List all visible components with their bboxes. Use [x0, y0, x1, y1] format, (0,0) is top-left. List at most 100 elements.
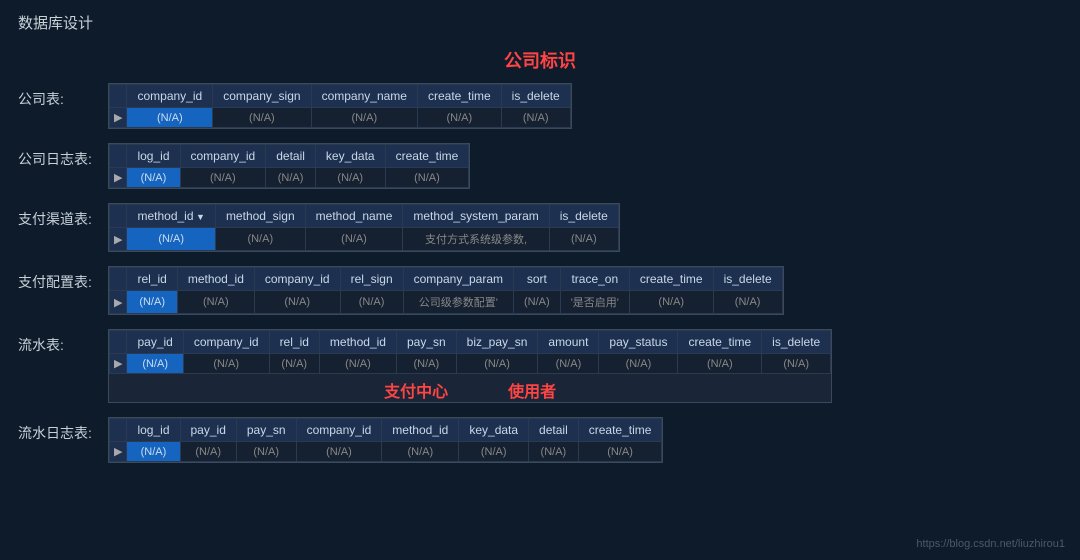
col-header-5-2: pay_sn — [236, 419, 296, 442]
col-header-4-5: biz_pay_sn — [456, 331, 538, 354]
col-header-4-0: pay_id — [127, 331, 183, 354]
col-header-5-0: log_id — [127, 419, 180, 442]
col-header-5-4: method_id — [382, 419, 459, 442]
center-label-sm-4-1: 使用者 — [508, 378, 556, 402]
cell-4-4: (N/A) — [396, 354, 456, 374]
col-header-4-3: method_id — [319, 331, 396, 354]
cell-4-1: (N/A) — [183, 354, 269, 374]
table-section-4: 流水表:pay_idcompany_idrel_idmethod_idpay_s… — [18, 329, 1062, 403]
cell-5-3: (N/A) — [296, 442, 382, 462]
db-table-2: method_idmethod_signmethod_namemethod_sy… — [109, 204, 619, 251]
col-header-0-1: company_sign — [213, 85, 311, 108]
db-table-wrapper-5: log_idpay_idpay_sncompany_idmethod_idkey… — [108, 417, 663, 463]
row-arrow-3: ▶ — [110, 291, 127, 314]
col-header-2-3: method_system_param — [403, 205, 549, 228]
cell-3-6: '是否启用' — [560, 291, 629, 314]
cell-3-7: (N/A) — [629, 291, 713, 314]
col-header-1-3: key_data — [315, 145, 385, 168]
col-header-4-6: amount — [538, 331, 599, 354]
row-arrow-2: ▶ — [110, 228, 127, 251]
center-label: 公司标识 — [18, 47, 1062, 73]
col-header-4-1: company_id — [183, 331, 269, 354]
cell-1-4: (N/A) — [385, 168, 469, 188]
col-header-3-7: create_time — [629, 268, 713, 291]
cell-4-0: (N/A) — [127, 354, 183, 374]
table-section-1: 公司日志表:log_idcompany_iddetailkey_datacrea… — [18, 143, 1062, 189]
col-header-5-6: detail — [529, 419, 579, 442]
cell-2-2: (N/A) — [305, 228, 403, 251]
cell-4-8: (N/A) — [678, 354, 762, 374]
cell-3-0: (N/A) — [127, 291, 177, 314]
col-header-4-9: is_delete — [762, 331, 831, 354]
col-header-3-3: rel_sign — [340, 268, 403, 291]
section-label-2: 支付渠道表: — [18, 203, 108, 229]
section-label-4: 流水表: — [18, 329, 108, 355]
cell-4-7: (N/A) — [599, 354, 678, 374]
section-label-0: 公司表: — [18, 83, 108, 109]
col-header-0-4: is_delete — [501, 85, 570, 108]
row-arrow-4: ▶ — [110, 354, 127, 374]
col-header-5-5: key_data — [459, 419, 529, 442]
cell-3-4: 公司级参数配置' — [403, 291, 513, 314]
row-arrow-1: ▶ — [110, 168, 127, 188]
col-header-3-0: rel_id — [127, 268, 177, 291]
row-arrow-0: ▶ — [110, 108, 127, 128]
section-label-5: 流水日志表: — [18, 417, 108, 443]
col-header-2-0: method_id — [127, 205, 215, 228]
center-label-sm-4-0: 支付中心 — [384, 378, 448, 402]
col-header-3-5: sort — [514, 268, 561, 291]
cell-4-5: (N/A) — [456, 354, 538, 374]
cell-1-1: (N/A) — [180, 168, 266, 188]
table-section-3: 支付配置表:rel_idmethod_idcompany_idrel_signc… — [18, 266, 1062, 315]
col-header-2-2: method_name — [305, 205, 403, 228]
db-table-5: log_idpay_idpay_sncompany_idmethod_idkey… — [109, 418, 662, 462]
cell-5-2: (N/A) — [236, 442, 296, 462]
col-header-5-1: pay_id — [180, 419, 236, 442]
col-header-3-4: company_param — [403, 268, 513, 291]
cell-3-5: (N/A) — [514, 291, 561, 314]
section-label-1: 公司日志表: — [18, 143, 108, 169]
cell-3-1: (N/A) — [177, 291, 254, 314]
col-header-4-2: rel_id — [269, 331, 319, 354]
col-header-4-8: create_time — [678, 331, 762, 354]
cell-4-2: (N/A) — [269, 354, 319, 374]
col-header-3-6: trace_on — [560, 268, 629, 291]
cell-1-3: (N/A) — [315, 168, 385, 188]
cell-4-3: (N/A) — [319, 354, 396, 374]
cell-1-2: (N/A) — [266, 168, 316, 188]
cell-5-0: (N/A) — [127, 442, 180, 462]
cell-5-6: (N/A) — [529, 442, 579, 462]
col-header-5-3: company_id — [296, 419, 382, 442]
cell-2-1: (N/A) — [215, 228, 305, 251]
cell-5-5: (N/A) — [459, 442, 529, 462]
watermark: https://blog.csdn.net/liuzhirou1 — [916, 538, 1065, 550]
table-section-0: 公司表:company_idcompany_signcompany_namecr… — [18, 83, 1062, 129]
db-table-wrapper-0: company_idcompany_signcompany_namecreate… — [108, 83, 572, 129]
col-header-2-1: method_sign — [215, 205, 305, 228]
db-table-wrapper-3: rel_idmethod_idcompany_idrel_signcompany… — [108, 266, 784, 315]
col-header-3-1: method_id — [177, 268, 254, 291]
col-header-1-0: log_id — [127, 145, 180, 168]
col-header-1-1: company_id — [180, 145, 266, 168]
col-header-4-7: pay_status — [599, 331, 678, 354]
db-table-wrapper-1: log_idcompany_iddetailkey_datacreate_tim… — [108, 143, 470, 189]
col-header-0-2: company_name — [311, 85, 417, 108]
cell-5-4: (N/A) — [382, 442, 459, 462]
col-header-1-4: create_time — [385, 145, 469, 168]
cell-0-3: (N/A) — [417, 108, 501, 128]
db-table-wrapper-4: pay_idcompany_idrel_idmethod_idpay_snbiz… — [108, 329, 832, 403]
cell-4-6: (N/A) — [538, 354, 599, 374]
center-labels-row-4: 支付中心 使用者 — [109, 378, 831, 402]
table-section-5: 流水日志表:log_idpay_idpay_sncompany_idmethod… — [18, 417, 1062, 463]
db-table-4: pay_idcompany_idrel_idmethod_idpay_snbiz… — [109, 330, 831, 374]
db-table-wrapper-2: method_idmethod_signmethod_namemethod_sy… — [108, 203, 620, 252]
row-arrow-5: ▶ — [110, 442, 127, 462]
cell-3-2: (N/A) — [254, 291, 340, 314]
col-header-5-7: create_time — [578, 419, 662, 442]
col-header-0-0: company_id — [127, 85, 213, 108]
cell-4-9: (N/A) — [762, 354, 831, 374]
cell-3-8: (N/A) — [713, 291, 782, 314]
db-table-0: company_idcompany_signcompany_namecreate… — [109, 84, 571, 128]
col-header-3-2: company_id — [254, 268, 340, 291]
cell-0-1: (N/A) — [213, 108, 311, 128]
